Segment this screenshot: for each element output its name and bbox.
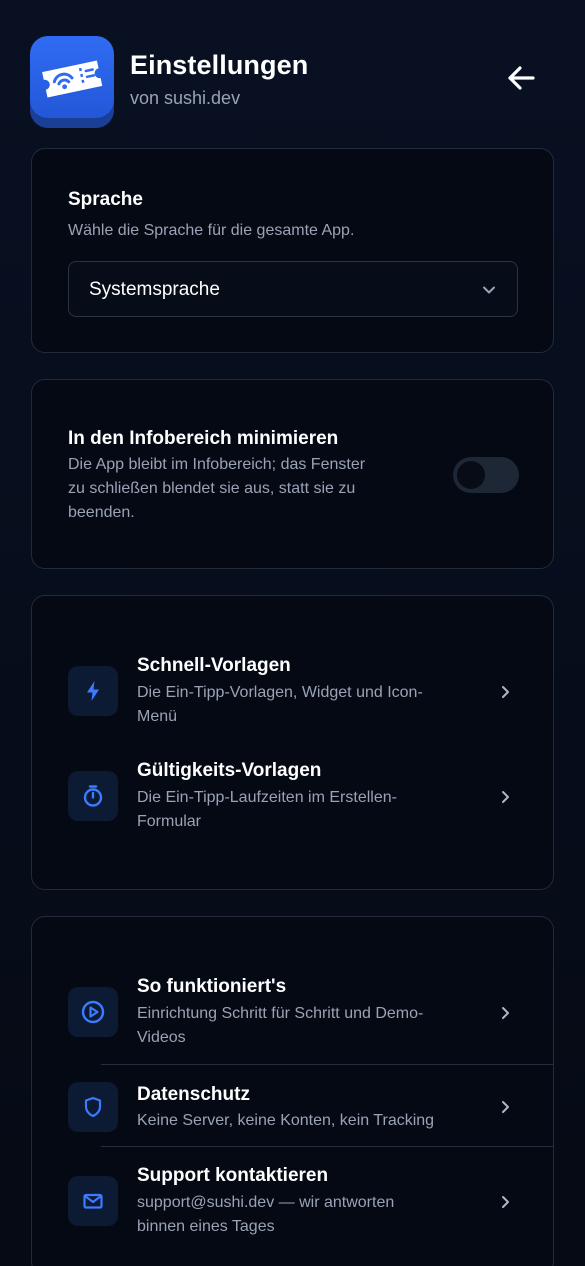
tray-toggle[interactable] [453, 457, 519, 493]
bolt-icon [68, 666, 118, 716]
toggle-knob [457, 461, 485, 489]
row-description-line: support@sushi.dev — wir antworten [137, 1194, 395, 1211]
row-support[interactable]: Support kontaktieren support@sushi.dev —… [68, 1165, 518, 1241]
play-circle-icon [68, 987, 118, 1037]
arrow-left-icon [508, 66, 535, 90]
row-description-line: Einrichtung Schritt für Schritt und Demo… [137, 1005, 424, 1022]
row-description-line: Die Ein-Tipp-Laufzeiten im Erstellen- [137, 789, 397, 806]
divider [101, 1146, 553, 1147]
tray-description-line: zu schließen blendet sie aus, statt sie … [68, 480, 356, 497]
chevron-right-icon [502, 1196, 509, 1208]
page-title: Einstellungen [130, 50, 309, 80]
chevron-right-icon [502, 791, 509, 803]
language-card: Sprache Wähle die Sprache für die gesamt… [31, 148, 554, 353]
row-title: Schnell-Vorlagen [137, 655, 291, 676]
info-card: So funktioniert's Einrichtung Schritt fü… [31, 916, 554, 1266]
row-description-line: Menü [137, 708, 178, 725]
row-description-line: Die Ein-Tipp-Vorlagen, Widget und Icon- [137, 684, 423, 701]
row-description: Die Ein-Tipp-Laufzeiten im Erstellen- Fo… [137, 786, 477, 834]
chevron-down-icon [483, 286, 495, 294]
divider [101, 1064, 553, 1065]
row-title: Gültigkeits-Vorlagen [137, 760, 322, 781]
language-select-value: Systemsprache [89, 279, 220, 300]
chevron-right-icon [502, 1007, 509, 1019]
settings-page: Einstellungen von sushi.dev Sprache Wähl… [0, 0, 585, 1266]
ticket-wifi-icon [30, 36, 114, 128]
header: Einstellungen von sushi.dev [30, 36, 555, 128]
tray-label: In den Infobereich minimieren [68, 428, 339, 449]
row-title: So funktioniert's [137, 976, 287, 997]
row-description-line: Keine Server, keine Konten, kein Trackin… [137, 1112, 435, 1129]
language-select[interactable]: Systemsprache [68, 261, 518, 317]
row-description: Die Ein-Tipp-Vorlagen, Widget und Icon- … [137, 681, 477, 729]
row-description-line: Formular [137, 813, 202, 830]
tray-description-line: beenden. [68, 504, 135, 521]
row-description: Keine Server, keine Konten, kein Trackin… [137, 1109, 517, 1133]
language-label: Sprache [68, 189, 143, 210]
stopwatch-icon [68, 771, 118, 821]
shield-icon [68, 1082, 118, 1132]
templates-card: Schnell-Vorlagen Die Ein-Tipp-Vorlagen, … [31, 595, 554, 890]
row-title: Datenschutz [137, 1084, 250, 1105]
row-description: support@sushi.dev — wir antworten binnen… [137, 1191, 477, 1239]
page-subtitle: von sushi.dev [130, 88, 241, 108]
row-description: Einrichtung Schritt für Schritt und Demo… [137, 1002, 477, 1050]
tray-description: Die App bleibt im Infobereich; das Fenst… [68, 453, 365, 525]
language-description: Wähle die Sprache für die gesamte App. [68, 222, 355, 239]
tray-card: In den Infobereich minimieren Die App bl… [31, 379, 554, 569]
chevron-right-icon [502, 686, 509, 698]
back-button[interactable] [503, 60, 539, 96]
row-quick-templates[interactable]: Schnell-Vorlagen Die Ein-Tipp-Vorlagen, … [68, 655, 518, 731]
tray-description-line: Die App bleibt im Infobereich; das Fenst… [68, 456, 366, 473]
mail-icon [68, 1176, 118, 1226]
chevron-right-icon [502, 1101, 509, 1113]
row-validity-templates[interactable]: Gültigkeits-Vorlagen Die Ein-Tipp-Laufze… [68, 760, 518, 836]
row-description-line: binnen eines Tages [137, 1218, 275, 1235]
row-privacy[interactable]: Datenschutz Keine Server, keine Konten, … [68, 1082, 518, 1134]
row-title: Support kontaktieren [137, 1165, 329, 1186]
row-how-it-works[interactable]: So funktioniert's Einrichtung Schritt fü… [68, 976, 518, 1052]
row-description-line: Videos [137, 1029, 186, 1046]
